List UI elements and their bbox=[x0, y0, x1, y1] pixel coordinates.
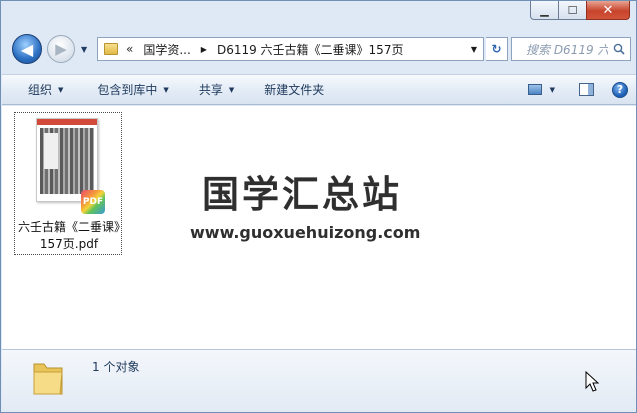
address-bar[interactable]: « 国学资... ▶ D6119 六壬古籍《二垂课》157页 ▼ bbox=[97, 37, 484, 61]
chevron-down-icon: ▼ bbox=[163, 85, 169, 94]
explorer-window: ▁ ☐ ✕ ◀ ▶ ▼ « 国学资... ▶ D6119 六壬古籍《二垂课》15… bbox=[0, 0, 637, 413]
folder-icon bbox=[33, 363, 63, 395]
close-button[interactable]: ✕ bbox=[586, 1, 630, 20]
chevron-down-icon: ▼ bbox=[549, 85, 555, 94]
include-in-library-label: 包含到库中 bbox=[97, 83, 158, 97]
caption-buttons: ▁ ☐ ✕ bbox=[530, 1, 630, 21]
organize-label: 组织 bbox=[28, 83, 53, 97]
breadcrumb-segment-parent[interactable]: 国学资... bbox=[143, 41, 190, 58]
maximize-icon: ☐ bbox=[567, 3, 578, 17]
back-arrow-icon: ◀ bbox=[20, 39, 34, 59]
help-icon[interactable]: ? bbox=[612, 81, 628, 98]
share-label: 共享 bbox=[198, 83, 223, 97]
search-box[interactable]: 搜索 D6119 六壬古籍... bbox=[511, 37, 631, 61]
file-list-area[interactable]: PDF 六壬古籍《二垂课》157页.pdf 国学汇总站 www.guoxuehu… bbox=[2, 106, 636, 349]
back-button[interactable]: ◀ bbox=[12, 34, 42, 64]
pdf-icon: PDF bbox=[81, 190, 105, 214]
breadcrumb-overflow-button[interactable]: « bbox=[126, 42, 133, 56]
chevron-down-icon: ▼ bbox=[58, 85, 64, 94]
include-in-library-button[interactable]: 包含到库中 ▼ bbox=[87, 75, 178, 104]
chevron-down-icon: ▼ bbox=[228, 85, 235, 94]
search-icon[interactable] bbox=[613, 43, 625, 55]
file-name[interactable]: 六壬古籍《二垂课》157页.pdf bbox=[17, 219, 121, 253]
new-folder-button[interactable]: 新建文件夹 bbox=[254, 75, 334, 104]
breadcrumb-separator-icon[interactable]: ▶ bbox=[201, 45, 207, 54]
preview-pane-icon[interactable] bbox=[579, 83, 594, 96]
search-input[interactable]: 搜索 D6119 六壬古籍... bbox=[526, 41, 608, 58]
minimize-icon: ▁ bbox=[540, 3, 549, 17]
folder-icon bbox=[104, 43, 118, 55]
refresh-icon: ↻ bbox=[491, 42, 502, 56]
change-view-button[interactable]: ▼ bbox=[527, 84, 555, 95]
new-folder-label: 新建文件夹 bbox=[264, 83, 325, 97]
recent-pages-dropdown-icon[interactable]: ▼ bbox=[81, 45, 87, 54]
view-icon bbox=[527, 84, 542, 95]
details-pane: 1 个对象 bbox=[2, 349, 636, 412]
thumbnail-header-bar bbox=[37, 119, 97, 125]
item-count-status: 1 个对象 bbox=[92, 360, 140, 374]
close-icon: ✕ bbox=[602, 2, 614, 18]
forward-arrow-icon: ▶ bbox=[55, 40, 67, 58]
toolbar-right-group: ▼ ? bbox=[527, 75, 628, 104]
watermark-title: 国学汇总站 bbox=[202, 173, 402, 216]
maximize-button[interactable]: ☐ bbox=[558, 1, 586, 20]
organize-button[interactable]: 组织 ▼ bbox=[2, 75, 73, 104]
mouse-pointer-icon bbox=[585, 371, 600, 392]
file-item[interactable]: PDF 六壬古籍《二垂课》157页.pdf bbox=[14, 112, 122, 255]
watermark-url: www.guoxuehuizong.com bbox=[190, 223, 421, 242]
refresh-button[interactable]: ↻ bbox=[486, 37, 508, 61]
forward-button[interactable]: ▶ bbox=[47, 35, 75, 63]
share-button[interactable]: 共享 ▼ bbox=[189, 75, 244, 104]
scanned-page-title bbox=[44, 133, 58, 169]
minimize-button[interactable]: ▁ bbox=[530, 1, 558, 20]
address-dropdown-icon[interactable]: ▼ bbox=[471, 45, 477, 54]
navigation-bar: ◀ ▶ ▼ « 国学资... ▶ D6119 六壬古籍《二垂课》157页 ▼ ↻… bbox=[1, 31, 636, 67]
command-bar: 组织 ▼ 包含到库中 ▼ 共享 ▼ 新建文件夹 ▼ ? bbox=[2, 74, 636, 105]
breadcrumb-segment-current[interactable]: D6119 六壬古籍《二垂课》157页 bbox=[217, 41, 404, 58]
